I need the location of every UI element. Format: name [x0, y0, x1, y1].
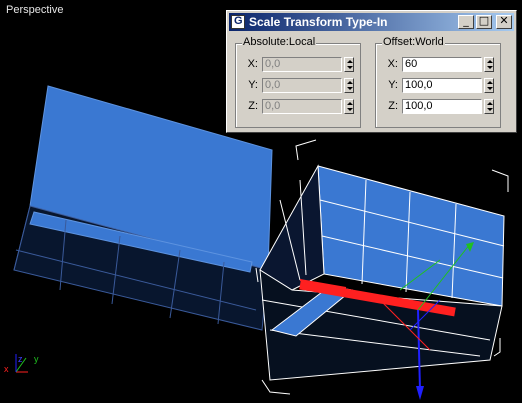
offset-x-label: X: [387, 58, 398, 70]
absolute-x-label: X: [247, 58, 258, 70]
close-icon: ✕ [499, 14, 509, 27]
dialog-titlebar[interactable]: G Scale Transform Type-In _ □ ✕ [229, 13, 514, 31]
absolute-x-field: 0,0 [262, 56, 342, 72]
maximize-icon: □ [478, 14, 490, 27]
offset-z-label: Z: [388, 100, 398, 112]
close-button[interactable]: ✕ [496, 14, 512, 29]
absolute-local-group: Absolute:Local X: 0,0 Y: 0,0 Z: 0,0 [235, 36, 361, 128]
absolute-y-spinner [344, 77, 354, 93]
axis-y-label: y [34, 354, 39, 364]
absolute-x-spinner [344, 56, 354, 72]
absolute-y-row: Y: 0,0 [236, 77, 354, 93]
viewport-label[interactable]: Perspective [6, 4, 63, 16]
dialog-title: Scale Transform Type-In [249, 15, 388, 29]
offset-z-spinner[interactable] [484, 98, 494, 114]
offset-x-spinner[interactable] [484, 56, 494, 72]
absolute-y-field: 0,0 [262, 77, 342, 93]
minimize-icon: _ [463, 14, 469, 27]
axis-z-label: z [18, 354, 23, 364]
offset-z-row: Z: 100,0 [376, 98, 494, 114]
offset-x-row: X: 60 [376, 56, 494, 72]
absolute-z-row: Z: 0,0 [236, 98, 354, 114]
absolute-z-label: Z: [248, 100, 258, 112]
absolute-local-legend: Absolute:Local [242, 36, 317, 48]
maximize-button[interactable]: □ [476, 14, 492, 29]
offset-y-row: Y: 100,0 [376, 77, 494, 93]
absolute-y-label: Y: [248, 79, 258, 91]
3ds-max-icon: G [231, 15, 245, 29]
minimize-button[interactable]: _ [458, 14, 474, 29]
offset-y-label: Y: [388, 79, 398, 91]
offset-world-group: Offset:World X: 60 Y: 100,0 Z: 100,0 [375, 36, 501, 128]
offset-z-field[interactable]: 100,0 [402, 98, 482, 114]
offset-y-spinner[interactable] [484, 77, 494, 93]
absolute-z-field: 0,0 [262, 98, 342, 114]
absolute-x-row: X: 0,0 [236, 56, 354, 72]
selected-box-object[interactable] [259, 164, 505, 381]
offset-x-field[interactable]: 60 [402, 56, 482, 72]
scale-transform-dialog: G Scale Transform Type-In _ □ ✕ Absolute… [226, 10, 517, 133]
absolute-z-spinner [344, 98, 354, 114]
axis-tripod: x y z [4, 354, 39, 374]
axis-x-label: x [4, 364, 9, 374]
offset-y-field[interactable]: 100,0 [402, 77, 482, 93]
offset-world-legend: Offset:World [382, 36, 445, 48]
